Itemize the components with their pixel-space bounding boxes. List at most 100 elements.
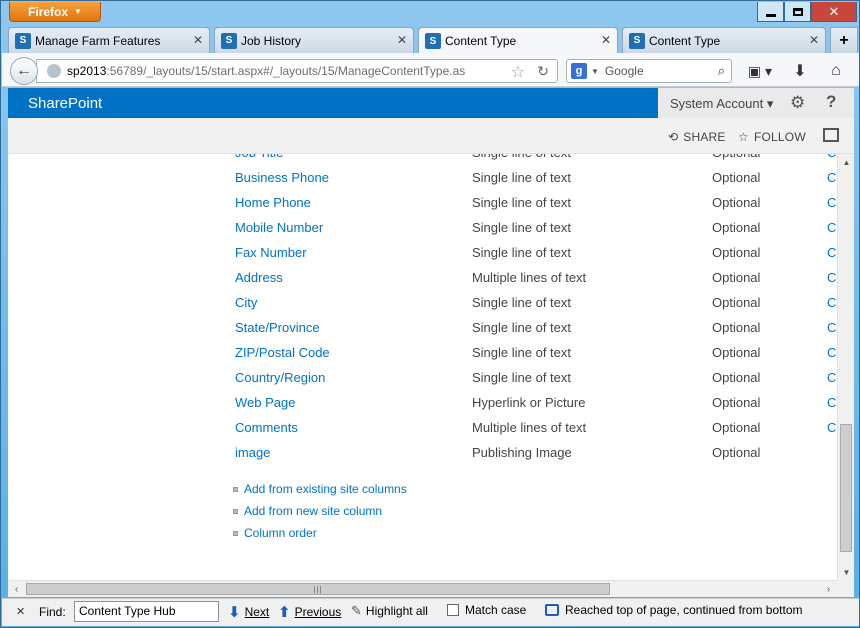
scroll-up-arrow-icon[interactable]: ▲ bbox=[838, 154, 854, 170]
help-icon[interactable]: ? bbox=[826, 92, 836, 112]
column-status: Optional bbox=[712, 170, 761, 185]
column-type: Single line of text bbox=[472, 320, 572, 335]
close-find-bar-icon[interactable]: ✕ bbox=[16, 605, 25, 618]
column-source-link[interactable]: Co bbox=[827, 170, 837, 185]
tab-content-type-active[interactable]: S Content Type ✕ bbox=[418, 27, 618, 54]
home-button[interactable]: ⌂ bbox=[824, 59, 848, 83]
table-row: ZIP/Postal Code Single line of text Option… bbox=[8, 345, 837, 370]
column-type: Single line of text bbox=[472, 170, 572, 185]
column-name-link[interactable]: Web Page bbox=[235, 395, 295, 410]
chevron-down-icon[interactable]: ▼ bbox=[591, 67, 599, 76]
firefox-menu-button[interactable]: Firefox ▼ bbox=[9, 2, 101, 22]
close-icon: ✕ bbox=[828, 3, 840, 19]
column-source-link[interactable]: Co bbox=[827, 220, 837, 235]
horizontal-scroll-thumb[interactable]: ||| bbox=[26, 583, 610, 595]
action-link[interactable]: Column order bbox=[233, 526, 317, 540]
sharepoint-brand[interactable]: SharePoint bbox=[28, 95, 102, 112]
minimize-button[interactable] bbox=[757, 2, 784, 22]
gear-icon[interactable]: ⚙ bbox=[790, 93, 805, 113]
highlight-all-button[interactable]: ✎ Highlight all bbox=[351, 603, 428, 619]
column-source-link[interactable]: Co bbox=[827, 345, 837, 360]
column-type: Single line of text bbox=[472, 154, 571, 160]
tab-content-type[interactable]: S Content Type ✕ bbox=[622, 27, 826, 53]
column-source-link[interactable]: Co bbox=[827, 245, 837, 260]
back-button[interactable]: ← bbox=[10, 57, 38, 85]
downloads-button[interactable]: ⬇ bbox=[788, 59, 812, 83]
sharepoint-icon: S bbox=[15, 32, 31, 49]
scroll-right-arrow-icon[interactable]: › bbox=[820, 581, 837, 598]
focus-content-icon[interactable] bbox=[823, 128, 839, 142]
table-row: Comments Multiple lines of text Optional Co bbox=[8, 420, 837, 445]
close-tab-icon[interactable]: ✕ bbox=[397, 33, 407, 47]
column-status: Optional bbox=[712, 370, 761, 385]
column-name-link[interactable]: State/Province bbox=[235, 320, 320, 335]
column-source-link[interactable]: Co bbox=[827, 295, 837, 310]
column-status: Optional bbox=[712, 420, 761, 435]
action-link[interactable]: Add from new site column bbox=[233, 504, 382, 518]
scroll-down-arrow-icon[interactable]: ▼ bbox=[838, 564, 854, 580]
wrap-around-icon bbox=[545, 604, 559, 616]
column-name-link[interactable]: Home Phone bbox=[235, 195, 311, 210]
page-viewport: SharePoint System Account ▾ ⚙ ? ⟲ SHARE ☆… bbox=[8, 88, 854, 580]
close-tab-icon[interactable]: ✕ bbox=[809, 33, 819, 47]
table-row: Mobile Number Single line of text Optional… bbox=[8, 220, 837, 245]
column-source-link[interactable]: Co bbox=[827, 370, 837, 385]
firefox-menu-label: Firefox bbox=[28, 4, 69, 19]
close-tab-icon[interactable]: ✕ bbox=[193, 33, 203, 47]
vertical-scrollbar[interactable]: ▲ ▼ bbox=[837, 154, 854, 580]
table-row: Job Title Single line of text Optional Co bbox=[8, 154, 837, 170]
column-name-link[interactable]: Job Title bbox=[235, 154, 283, 160]
share-button[interactable]: ⟲ SHARE bbox=[668, 130, 726, 144]
column-name-link[interactable]: Business Phone bbox=[235, 170, 329, 185]
column-source-link[interactable]: Co bbox=[827, 320, 837, 335]
star-icon: ☆ bbox=[738, 130, 749, 144]
column-source-link[interactable]: Co bbox=[827, 420, 837, 435]
column-source-link[interactable]: Co bbox=[827, 395, 837, 410]
find-next-button[interactable]: ⬇ Next bbox=[228, 603, 269, 621]
find-previous-button[interactable]: ⬆ Previous bbox=[278, 603, 341, 621]
search-icon[interactable]: ⌕ bbox=[718, 63, 725, 79]
column-type: Single line of text bbox=[472, 370, 572, 385]
follow-label: FOLLOW bbox=[753, 130, 806, 144]
close-tab-icon[interactable]: ✕ bbox=[601, 33, 611, 47]
scrollbar-corner bbox=[837, 580, 854, 597]
vertical-scroll-thumb[interactable] bbox=[840, 424, 852, 552]
column-status: Optional bbox=[712, 395, 761, 410]
account-menu[interactable]: System Account ▾ bbox=[670, 96, 773, 112]
column-name-link[interactable]: City bbox=[235, 295, 257, 310]
match-case-checkbox[interactable]: Match case bbox=[447, 603, 526, 617]
column-name-link[interactable]: Comments bbox=[235, 420, 298, 435]
column-name-link[interactable]: Address bbox=[235, 270, 283, 285]
ribbon: ⟲ SHARE ☆ FOLLOW bbox=[8, 118, 854, 154]
column-name-link[interactable]: Mobile Number bbox=[235, 220, 323, 235]
share-icon: ⟲ bbox=[668, 130, 679, 144]
url-bar[interactable]: sp2013:56789/_layouts/15/start.aspx#/_la… bbox=[36, 59, 558, 83]
action-link[interactable]: Add from existing site columns bbox=[233, 482, 407, 496]
column-name-link[interactable]: Fax Number bbox=[235, 245, 307, 260]
find-input[interactable]: Content Type Hub bbox=[74, 601, 219, 622]
column-name-link[interactable]: image bbox=[235, 445, 270, 460]
column-name-link[interactable]: ZIP/Postal Code bbox=[235, 345, 330, 360]
maximize-button[interactable] bbox=[784, 2, 811, 22]
bookmark-star-icon[interactable]: ☆ bbox=[511, 62, 525, 82]
suite-bar-right: System Account ▾ ⚙ ? bbox=[658, 88, 854, 118]
column-source-link[interactable]: Co bbox=[827, 195, 837, 210]
tab-manage-farm-features[interactable]: S Manage Farm Features ✕ bbox=[8, 27, 210, 53]
new-tab-button[interactable]: + bbox=[830, 27, 858, 53]
column-name-link[interactable]: Country/Region bbox=[235, 370, 325, 385]
find-bar: ✕ Find: Content Type Hub ⬇ Next ⬆ Previous… bbox=[2, 598, 859, 626]
close-window-button[interactable]: ✕ bbox=[811, 2, 857, 22]
horizontal-scrollbar[interactable]: ‹ ||| › bbox=[8, 580, 837, 597]
bookmarks-icon: ▣ ▾ bbox=[747, 62, 773, 79]
highlight-all-label: Highlight all bbox=[365, 604, 428, 618]
search-bar[interactable]: g ▼ Google ⌕ bbox=[566, 59, 732, 83]
bookmarks-button[interactable]: ▣ ▾ bbox=[742, 59, 778, 83]
find-label: Find: bbox=[39, 605, 66, 619]
column-source-link[interactable]: Co bbox=[827, 154, 837, 160]
follow-button[interactable]: ☆ FOLLOW bbox=[738, 130, 806, 144]
column-source-link[interactable]: Co bbox=[827, 270, 837, 285]
scroll-left-arrow-icon[interactable]: ‹ bbox=[8, 581, 25, 598]
find-status: Reached top of page, continued from bott… bbox=[545, 603, 803, 617]
tab-job-history[interactable]: S Job History ✕ bbox=[214, 27, 414, 53]
reload-icon[interactable]: ↻ bbox=[537, 63, 549, 80]
